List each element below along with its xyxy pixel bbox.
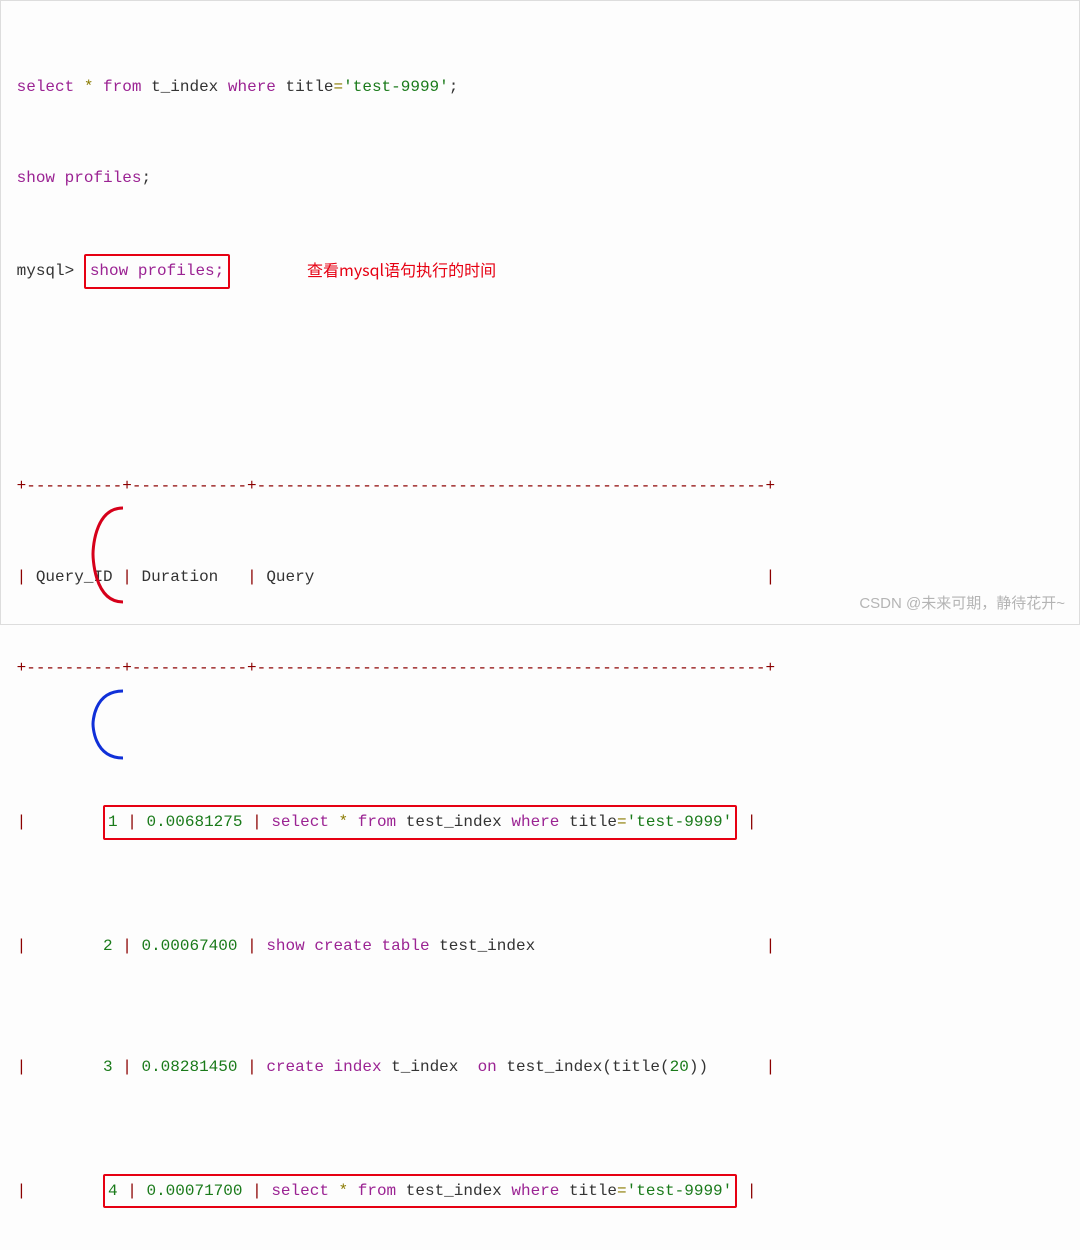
sql-line-3: mysql> show profiles; 查看mysql语句执行的时间	[7, 254, 1073, 349]
watermark: CSDN @未来可期，静待花开~	[859, 590, 1065, 619]
code-block: select * from t_index where title='test-…	[0, 0, 1080, 625]
sql-line-1: select * from t_index where title='test-…	[7, 72, 1073, 102]
annotation-check-time: 查看mysql语句执行的时间	[307, 254, 496, 284]
sql-preamble: select * from t_index where title='test-…	[7, 11, 1073, 410]
profiles-table: +----------+------------+---------------…	[7, 410, 1073, 1250]
sql-line-2: show profiles;	[7, 163, 1073, 193]
brace-blue-icon	[83, 686, 133, 766]
table-row: | 1 | 0.00681275 | select * from test_in…	[7, 805, 1073, 839]
col-duration: Duration	[141, 568, 218, 586]
brace-red-icon	[83, 502, 133, 612]
table-border-mid: +----------+------------+---------------…	[7, 653, 1073, 683]
row-highlight: 1 | 0.00681275 | select * from test_inde…	[103, 805, 737, 839]
row-highlight: 4 | 0.00071700 | select * from test_inde…	[103, 1174, 737, 1208]
highlighted-command: show profiles;	[84, 254, 230, 288]
table-row: | 4 | 0.00071700 | select * from test_in…	[7, 1174, 1073, 1208]
col-query: Query	[266, 568, 314, 586]
table-border-top: +----------+------------+---------------…	[7, 471, 1073, 501]
table-row: | 3 | 0.08281450 | create index t_index …	[7, 1052, 1073, 1082]
table-header-row: | Query_ID | Duration | Query |	[7, 562, 1073, 592]
table-row: | 2 | 0.00067400 | show create table tes…	[7, 931, 1073, 961]
